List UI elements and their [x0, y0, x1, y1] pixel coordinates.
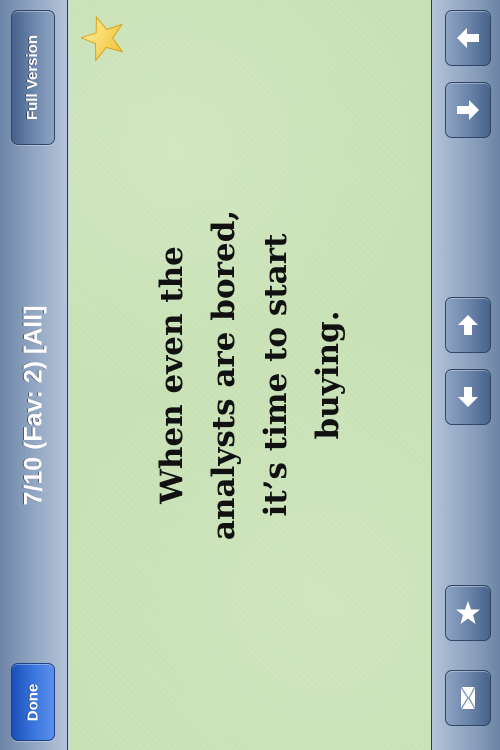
favorite-button[interactable]	[445, 585, 491, 641]
full-version-button[interactable]: Full Version	[11, 10, 55, 145]
scroll-up-arrow-icon	[458, 315, 478, 335]
scroll-down-button[interactable]	[445, 369, 491, 425]
next-button[interactable]	[445, 82, 491, 138]
quote-card: When even the analysts are bored, it’s t…	[69, 0, 431, 750]
email-button[interactable]	[445, 670, 491, 726]
full-version-label: Full Version	[24, 34, 42, 121]
done-button[interactable]: Done	[11, 663, 55, 741]
previous-button[interactable]	[445, 10, 491, 66]
right-toolbar	[431, 0, 500, 750]
scroll-down-arrow-icon	[458, 387, 478, 407]
previous-arrow-icon	[457, 28, 479, 48]
position-counter: 7/10 (Fav: 2) [All]	[19, 304, 48, 506]
done-label: Done	[24, 683, 42, 721]
scroll-up-button[interactable]	[445, 297, 491, 353]
next-arrow-icon	[457, 100, 479, 120]
mail-icon	[460, 686, 476, 710]
quote-text: When even the analysts are bored, it’s t…	[154, 209, 346, 541]
left-toolbar: Full Version 7/10 (Fav: 2) [All] Done	[0, 0, 68, 750]
page-title: 7/10 (Fav: 2) [All]	[0, 170, 68, 640]
star-icon	[456, 601, 480, 624]
